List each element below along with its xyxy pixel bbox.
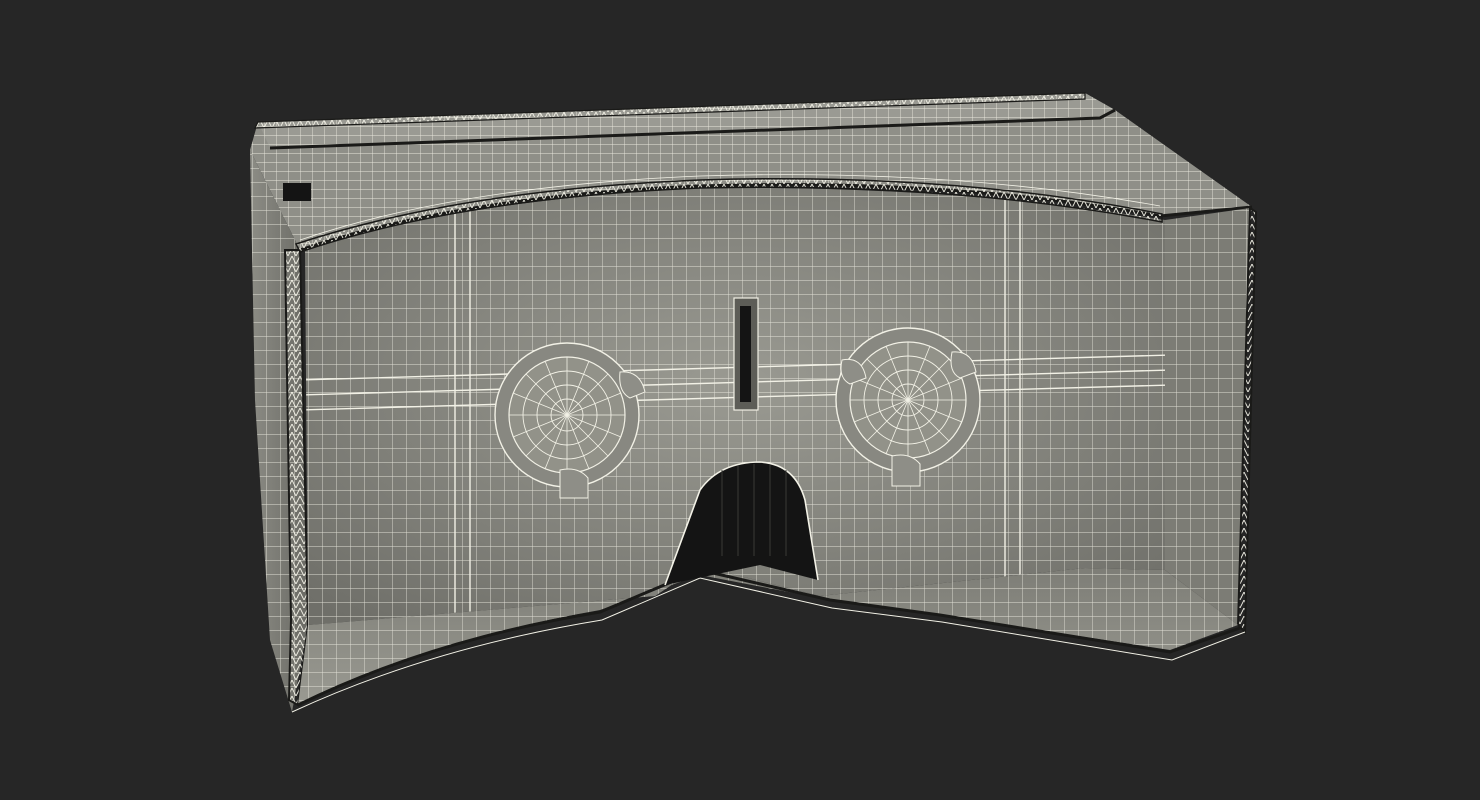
right-side-wall [1165, 206, 1258, 635]
lid-slot [283, 183, 311, 201]
render-viewport [0, 0, 1480, 800]
center-slot [733, 297, 759, 411]
wireframe-render [250, 92, 1258, 713]
